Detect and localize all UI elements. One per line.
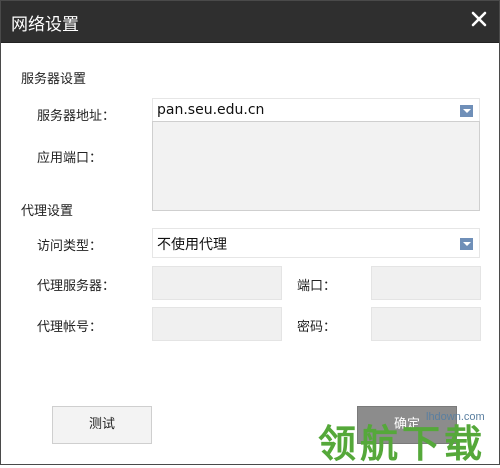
access-type-value: 不使用代理 xyxy=(157,237,227,253)
proxy-port-input[interactable] xyxy=(371,266,481,300)
watermark-url: lhdown.com xyxy=(426,411,485,423)
proxy-password-input[interactable] xyxy=(371,307,481,341)
titlebar: 网络设置 xyxy=(1,1,499,43)
server-section-title: 服务器设置 xyxy=(21,72,87,87)
close-icon[interactable] xyxy=(470,10,488,28)
proxy-server-input[interactable] xyxy=(152,266,282,300)
proxy-password-label: 密码： xyxy=(297,320,337,335)
dropdown-arrow-icon[interactable] xyxy=(460,238,473,250)
access-type-label: 访问类型： xyxy=(37,239,103,254)
server-address-value: pan.seu.edu.cn xyxy=(157,102,265,118)
server-address-dropdown-list[interactable] xyxy=(152,121,480,211)
proxy-account-label: 代理帐号： xyxy=(37,320,103,335)
proxy-section-title: 代理设置 xyxy=(21,204,74,219)
app-port-label: 应用端口： xyxy=(37,151,103,166)
proxy-server-label: 代理服务器： xyxy=(37,279,116,294)
test-button[interactable]: 测试 xyxy=(52,406,152,444)
access-type-combobox[interactable]: 不使用代理 xyxy=(152,228,480,258)
network-settings-dialog: 网络设置 服务器设置 服务器地址： pan.seu.edu.cn 应用端口： 代… xyxy=(0,0,500,466)
dialog-title: 网络设置 xyxy=(11,15,79,35)
server-address-label: 服务器地址： xyxy=(37,109,116,124)
proxy-account-input[interactable] xyxy=(152,307,282,341)
server-address-combobox[interactable]: pan.seu.edu.cn xyxy=(152,98,480,122)
dropdown-arrow-icon[interactable] xyxy=(460,105,473,117)
proxy-port-label: 端口： xyxy=(297,279,337,294)
